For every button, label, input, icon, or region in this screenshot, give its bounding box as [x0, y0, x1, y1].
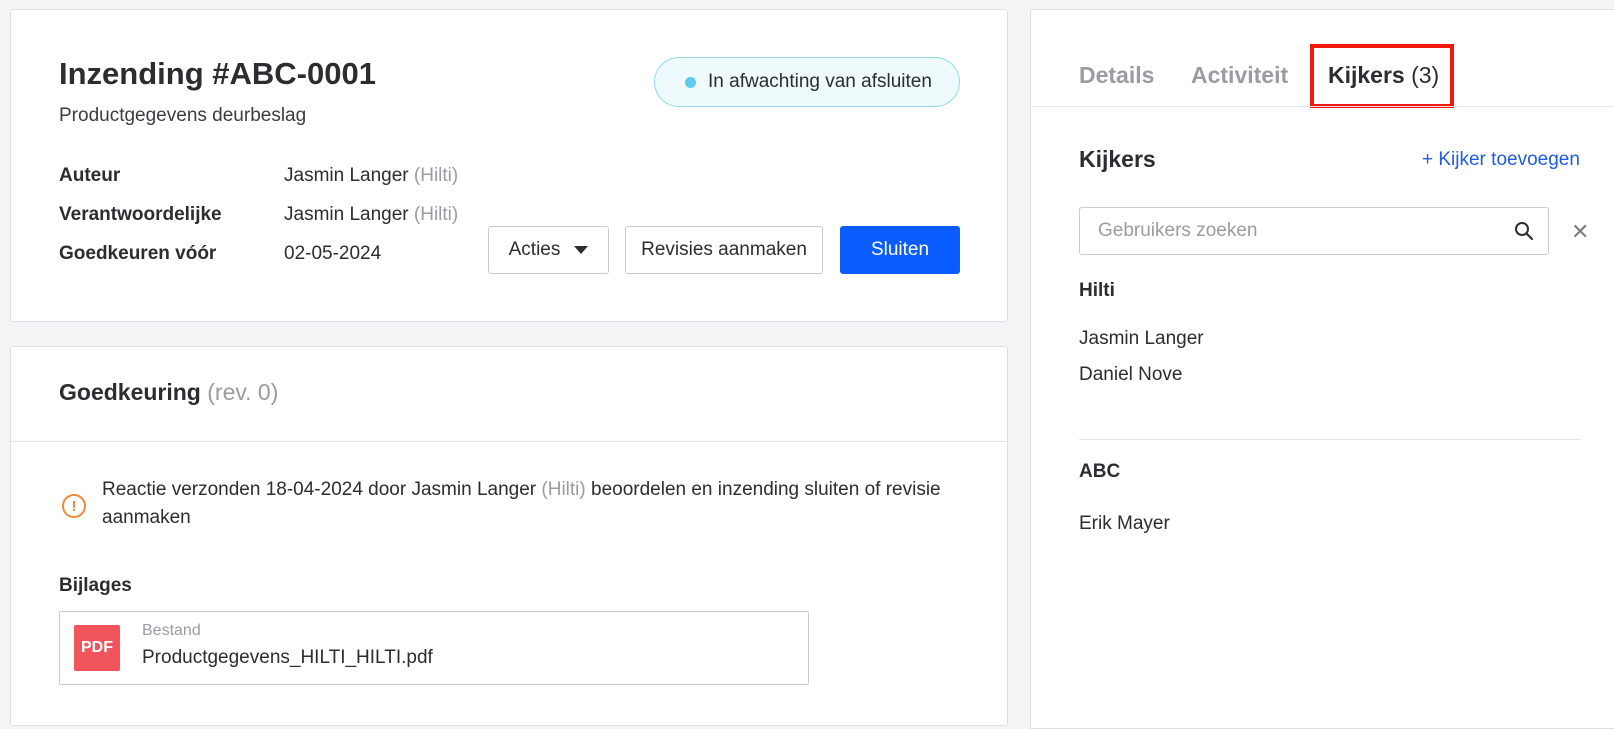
attachment-file[interactable]: PDF Bestand Productgegevens_HILTI_HILTI.…: [59, 611, 809, 685]
responsible-org: (Hilti): [413, 204, 459, 225]
group-name-hilti: Hilti: [1079, 280, 1115, 301]
submission-summary-card: Inzending #ABC-0001 Productgegevens deur…: [10, 9, 1008, 322]
viewer-item: Jasmin Langer: [1079, 328, 1204, 349]
search-icon[interactable]: [1514, 221, 1534, 241]
approval-card: Goedkeuring (rev. 0) ! Reactie verzonden…: [10, 346, 1009, 726]
alert-text-org: (Hilti): [541, 479, 586, 500]
approval-title: Goedkeuring: [59, 379, 201, 405]
author-label: Auteur: [59, 165, 121, 186]
tabs-divider: [1031, 106, 1614, 107]
pdf-file-icon: PDF: [74, 625, 120, 671]
file-name: Productgegevens_HILTI_HILTI.pdf: [142, 647, 433, 668]
viewer-item: Erik Mayer: [1079, 513, 1170, 534]
tab-highlight-box: [1310, 44, 1454, 108]
author-value: Jasmin Langer (Hilti): [284, 165, 458, 187]
attachments-label: Bijlages: [59, 575, 132, 596]
status-dot-icon: [685, 76, 696, 88]
actions-label: Acties: [508, 239, 561, 260]
approval-divider: [11, 441, 1009, 442]
file-caption: Bestand: [142, 622, 201, 639]
caret-down-icon: [574, 246, 589, 254]
responsible-label: Verantwoordelijke: [59, 204, 222, 225]
responsible-name: Jasmin Langer: [284, 204, 409, 225]
alert-text-part1: Reactie verzonden 18-04-2024 door Jasmin…: [102, 479, 537, 500]
author-name: Jasmin Langer: [284, 165, 409, 186]
actions-dropdown-button[interactable]: Acties: [488, 226, 609, 274]
user-search: [1079, 207, 1549, 255]
approve-before-date: 02-05-2024: [284, 243, 382, 264]
status-badge: In afwachting van afsluiten: [654, 57, 960, 107]
create-revisions-button[interactable]: Revisies aanmaken: [625, 226, 823, 274]
group-name-abc: ABC: [1079, 461, 1121, 482]
status-label: In afwachting van afsluiten: [708, 71, 932, 92]
viewer-item: Daniel Nove: [1079, 364, 1183, 385]
approve-before-label: Goedkeuren vóór: [59, 243, 217, 264]
tab-activity[interactable]: Activiteit: [1191, 62, 1288, 89]
viewers-heading: Kijkers: [1079, 146, 1156, 172]
close-icon[interactable]: ✕: [1571, 219, 1589, 245]
responsible-value: Jasmin Langer (Hilti): [284, 204, 458, 226]
page-title: Inzending #ABC-0001: [59, 56, 376, 91]
alert-message: Reactie verzonden 18-04-2024 door Jasmin…: [102, 476, 972, 532]
user-search-input[interactable]: [1080, 208, 1490, 254]
group-divider: [1079, 439, 1581, 440]
tab-details[interactable]: Details: [1079, 62, 1154, 89]
alert-icon: !: [62, 494, 86, 518]
close-submission-button[interactable]: Sluiten: [840, 226, 960, 274]
author-org: (Hilti): [413, 165, 459, 186]
page-subtitle: Productgegevens deurbeslag: [59, 105, 307, 126]
approval-heading: Goedkeuring (rev. 0): [59, 379, 278, 406]
side-panel: Details Activiteit Kijkers (3) Kijkers +…: [1030, 9, 1614, 729]
add-viewer-link[interactable]: + Kijker toevoegen: [1422, 149, 1580, 171]
approval-revision: (rev. 0): [207, 379, 279, 405]
